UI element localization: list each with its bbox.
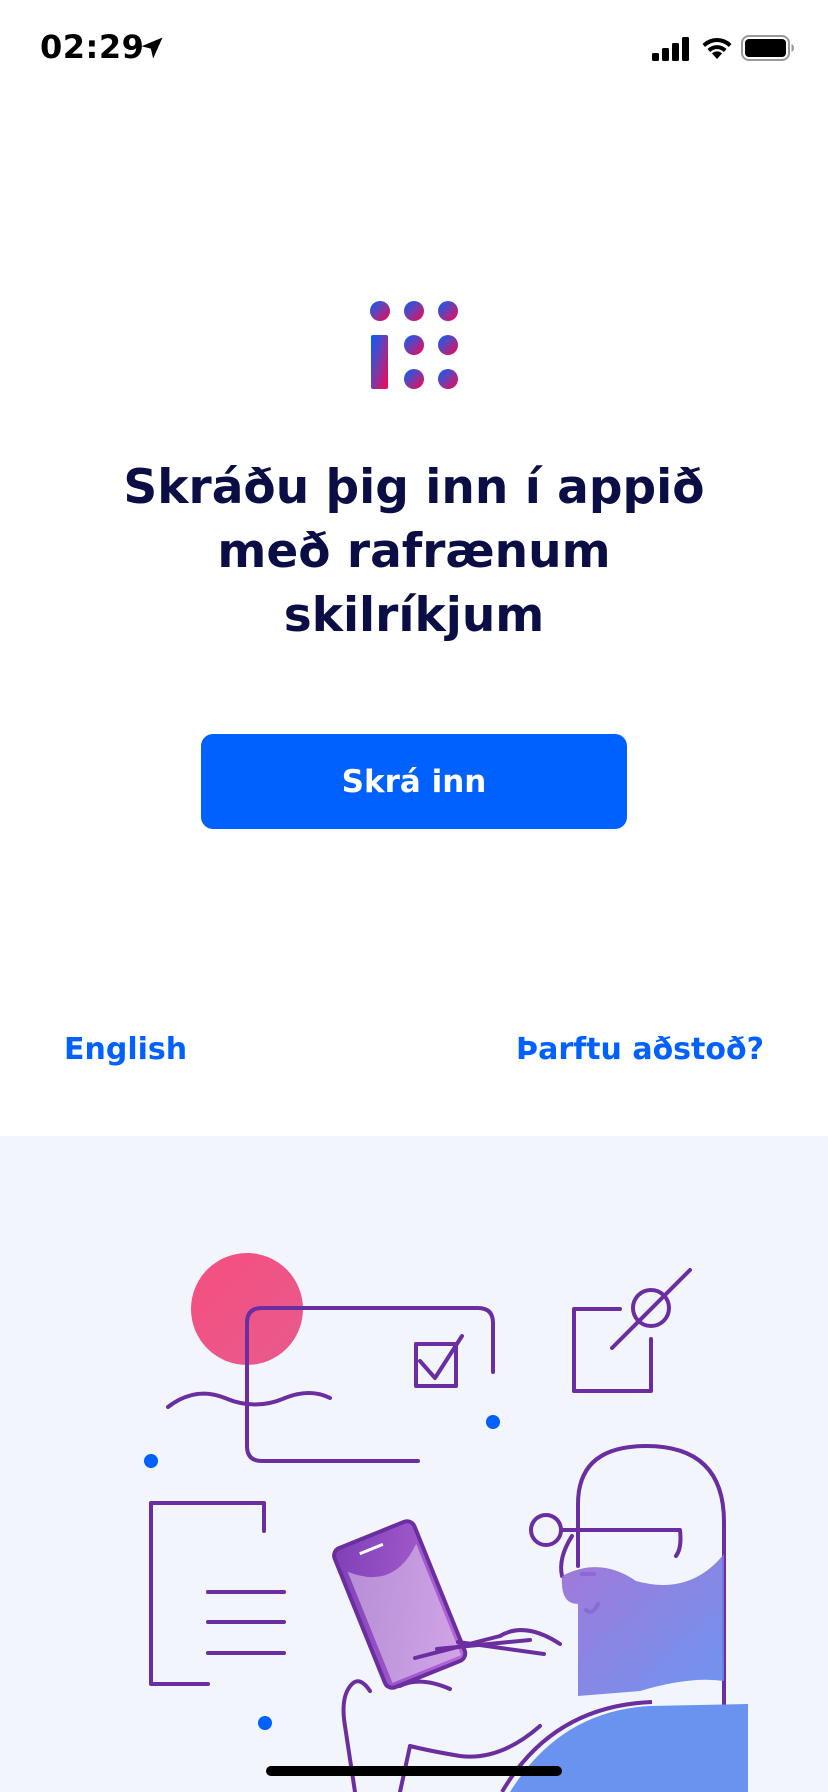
illustration-panel [0,1136,828,1792]
blue-dot [258,1716,272,1730]
login-button[interactable]: Skrá inn [201,734,627,829]
island-is-logo-icon [370,301,458,389]
blue-dot [144,1454,158,1468]
home-indicator[interactable] [266,1766,562,1776]
language-link[interactable]: English [64,1032,187,1067]
wifi-icon [702,37,732,59]
location-arrow-icon [141,37,163,59]
status-bar: 02:29 [0,0,828,96]
help-link[interactable]: Þarftu aðstoð? [516,1032,764,1067]
cellular-signal-icon [652,37,689,61]
page-title: Skráðu þig inn í appið með rafrænum skil… [123,460,705,643]
illustration [0,1136,828,1792]
status-time: 02:29 [40,28,145,66]
battery-icon [741,35,794,61]
blue-dot [486,1415,500,1429]
